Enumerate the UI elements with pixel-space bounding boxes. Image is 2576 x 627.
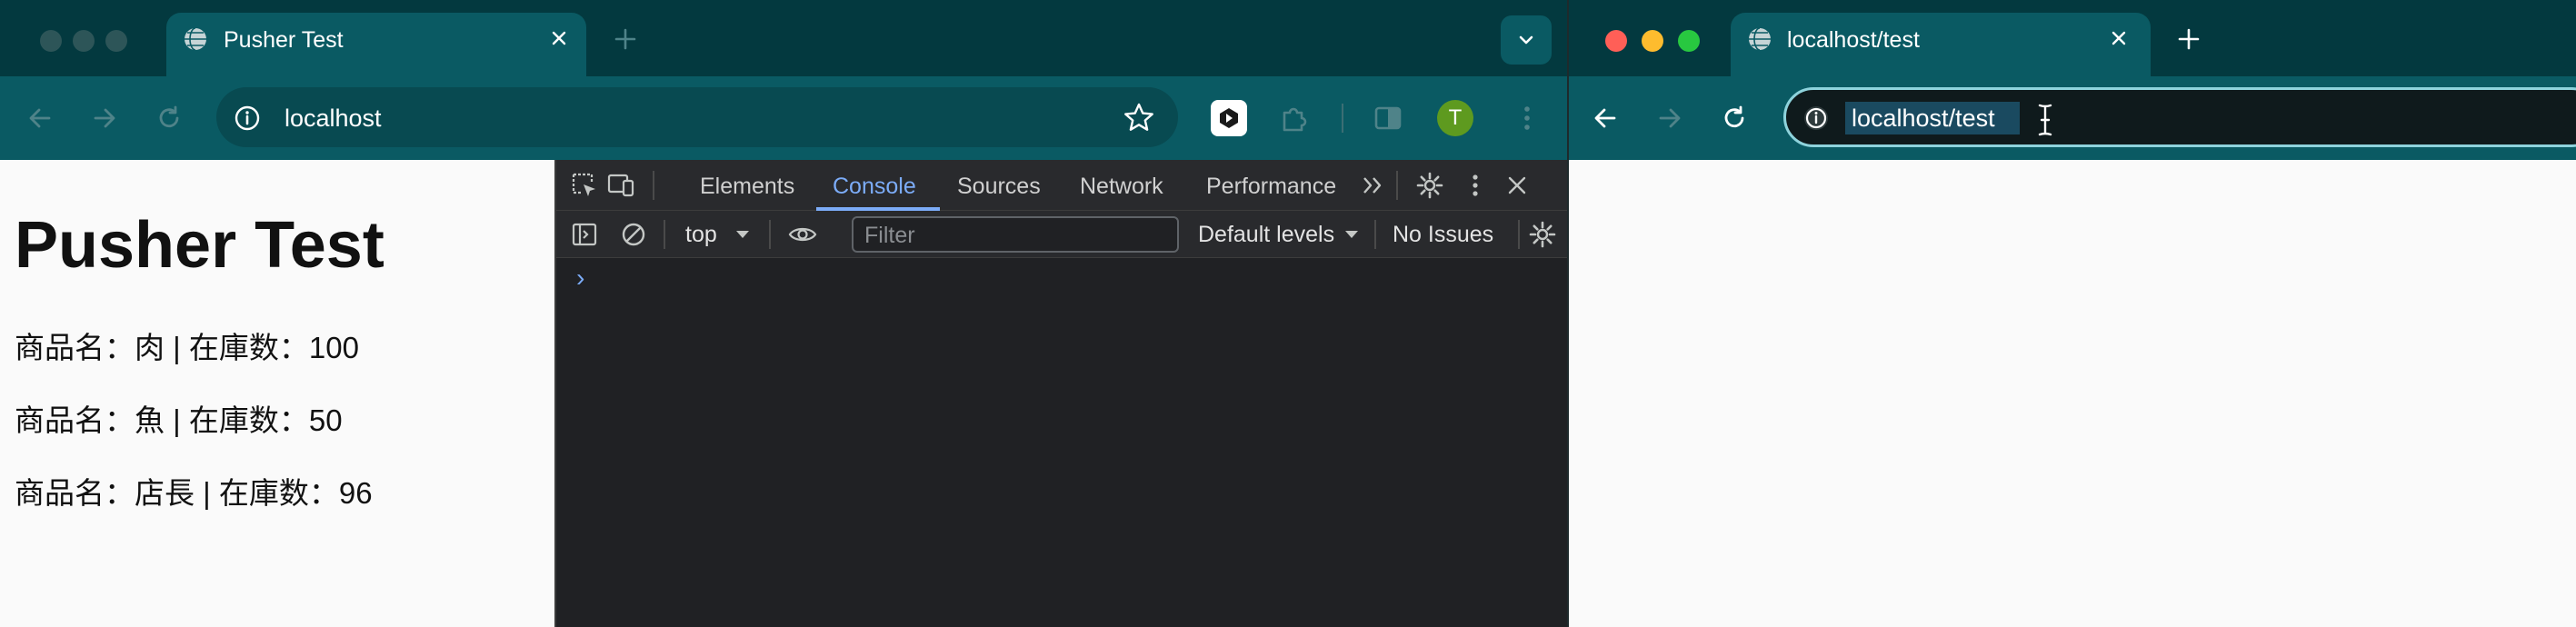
devtools-menu-icon[interactable] <box>1460 170 1491 201</box>
tab-title: localhost/test <box>1787 27 1920 53</box>
divider <box>664 220 665 249</box>
bookmark-star-icon[interactable] <box>1121 100 1157 136</box>
back-icon[interactable] <box>1587 100 1623 136</box>
tab-strip: localhost/test <box>1569 0 2576 76</box>
caret-down-icon <box>1345 231 1358 238</box>
page-heading: Pusher Test <box>15 209 384 282</box>
tab-sources[interactable]: Sources <box>957 173 1041 200</box>
clear-console-icon[interactable] <box>618 219 649 250</box>
product-line: 商品名：魚 | 在庫数：50 <box>15 403 343 437</box>
minimize-window-button[interactable] <box>1642 30 1663 52</box>
reload-icon[interactable] <box>151 100 187 136</box>
live-expression-eye-icon[interactable] <box>787 219 818 250</box>
console-settings-gear-icon[interactable] <box>1527 219 1558 250</box>
issues-counter[interactable]: No Issues <box>1393 221 1493 248</box>
tab-search-button[interactable] <box>1501 15 1552 65</box>
more-tabs-icon[interactable] <box>1358 170 1389 201</box>
forward-icon[interactable] <box>1652 100 1688 136</box>
more-menu-icon[interactable] <box>1509 100 1545 136</box>
close-devtools-icon[interactable] <box>1502 170 1533 201</box>
site-info-icon[interactable] <box>1802 104 1831 133</box>
product-line: 商品名：店長 | 在庫数：96 <box>15 476 373 510</box>
new-tab-icon[interactable] <box>611 25 640 54</box>
site-info-icon[interactable] <box>233 104 262 133</box>
filter-placeholder: Filter <box>864 223 915 248</box>
reload-icon[interactable] <box>1716 100 1752 136</box>
console-filter-input[interactable]: Filter <box>852 216 1179 253</box>
puzzle-icon[interactable] <box>1276 100 1313 136</box>
tab-network[interactable]: Network <box>1080 173 1163 200</box>
device-toolbar-icon[interactable] <box>605 170 636 201</box>
globe-icon <box>1749 27 1771 51</box>
text-cursor-icon <box>2038 104 2052 136</box>
back-icon[interactable] <box>22 100 58 136</box>
divider <box>1396 171 1398 200</box>
caret-down-icon <box>736 231 749 238</box>
console-prompt[interactable]: › <box>576 264 584 293</box>
new-tab-icon[interactable] <box>2174 25 2203 54</box>
globe-icon <box>185 27 206 51</box>
tab-console[interactable]: Console <box>833 173 916 200</box>
tab-elements[interactable]: Elements <box>700 173 794 200</box>
inspect-element-icon[interactable] <box>569 170 600 201</box>
product-line: 商品名：肉 | 在庫数：100 <box>15 331 359 364</box>
maximize-window-dot[interactable] <box>105 30 127 52</box>
url-text: localhost <box>285 104 382 132</box>
tab-strip: Pusher Test <box>0 0 1567 76</box>
devtools-tab-bar: Elements Console Sources Network Perform… <box>556 160 1567 211</box>
chevron-down-icon <box>1519 35 1533 45</box>
forward-icon[interactable] <box>86 100 123 136</box>
close-tab-icon[interactable] <box>545 25 573 52</box>
close-window-dot[interactable] <box>40 30 62 52</box>
browser-window-left: Pusher Test localhost T Pusher Test 商品名：… <box>0 0 1567 627</box>
divider <box>1374 220 1376 249</box>
divider <box>769 220 771 249</box>
profile-avatar[interactable]: T <box>1437 100 1473 136</box>
divider <box>1518 220 1520 249</box>
toolbar-divider <box>1342 104 1343 133</box>
minimize-window-dot[interactable] <box>73 30 95 52</box>
divider <box>653 171 654 200</box>
log-levels-dropdown[interactable]: Default levels <box>1198 221 1334 248</box>
extension-logo-icon <box>1220 108 1238 128</box>
settings-gear-icon[interactable] <box>1414 170 1445 201</box>
browser-window-right: localhost/test localhost/test <box>1569 0 2576 627</box>
url-text: localhost/test <box>1852 104 1995 132</box>
maximize-window-button[interactable] <box>1678 30 1700 52</box>
context-selector[interactable]: top <box>685 221 717 248</box>
close-tab-icon[interactable] <box>2105 25 2132 52</box>
side-panel-icon[interactable] <box>1370 100 1406 136</box>
close-window-button[interactable] <box>1605 30 1627 52</box>
extension-icon[interactable] <box>1211 100 1247 136</box>
devtools-panel: Elements Console Sources Network Perform… <box>554 160 1567 627</box>
tab-performance[interactable]: Performance <box>1206 173 1336 200</box>
tab-title: Pusher Test <box>224 27 344 53</box>
sidebar-toggle-icon[interactable] <box>569 219 600 250</box>
